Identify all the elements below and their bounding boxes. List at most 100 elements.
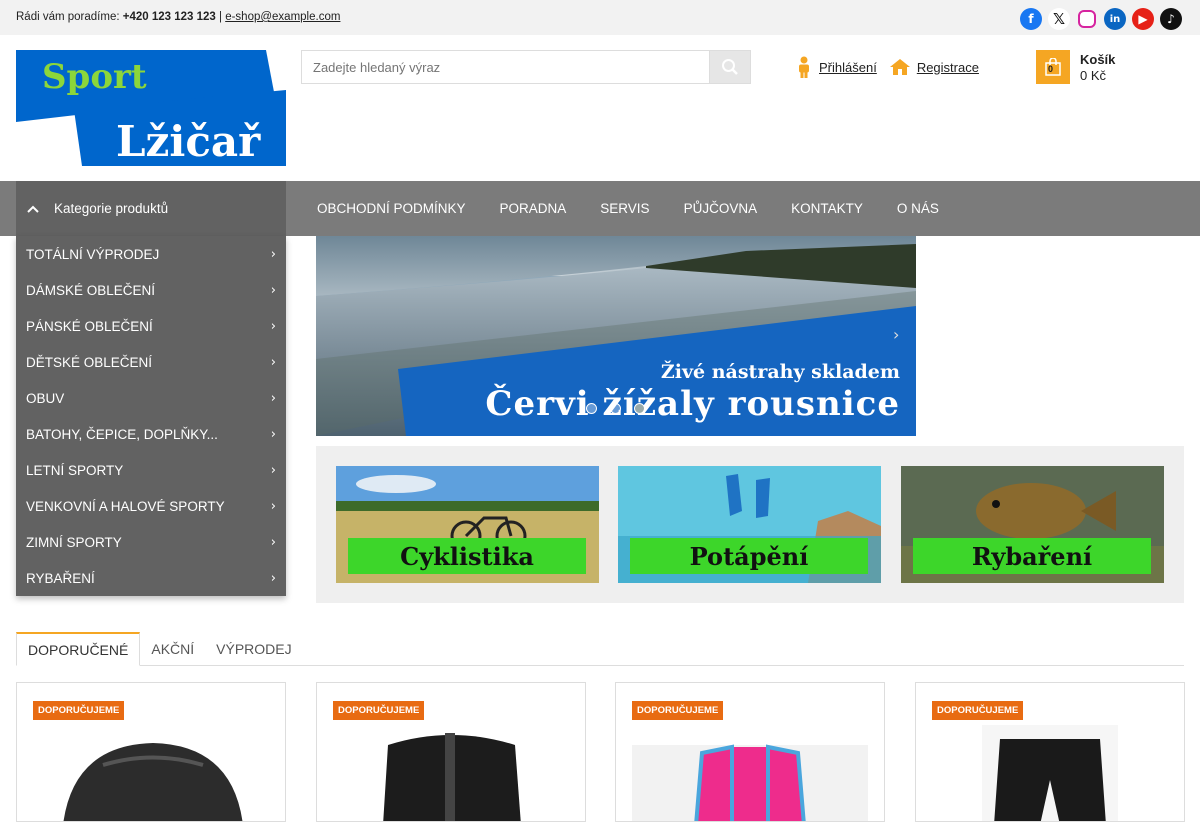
- recommended-badge: DOPORUČUJEME: [632, 701, 724, 720]
- product-card[interactable]: DOPORUČUJEME: [16, 682, 286, 822]
- product-card[interactable]: DOPORUČUJEME: [915, 682, 1185, 822]
- cart-total: 0 Kč: [1080, 68, 1107, 83]
- chevron-right-icon: ›: [270, 534, 276, 550]
- category-label: ZIMNÍ SPORTY: [26, 534, 122, 550]
- slider-dot[interactable]: [586, 403, 597, 414]
- nav-menu: OBCHODNÍ PODMÍNKY PORADNA SERVIS PŮJČOVN…: [300, 181, 956, 236]
- user-links: Přihlášení Registrace: [795, 56, 991, 78]
- contact-separator: |: [215, 11, 226, 23]
- category-label: VENKOVNÍ A HALOVÉ SPORTY: [26, 498, 225, 514]
- person-icon: [799, 56, 809, 78]
- cart-summary: Košík 0 Kč: [1080, 50, 1115, 84]
- contact-phone[interactable]: +420 123 123 123: [123, 11, 216, 23]
- nav-item-contacts[interactable]: KONTAKTY: [774, 201, 880, 216]
- category-label: RYBAŘENÍ: [26, 570, 95, 586]
- category-menu: TOTÁLNÍ VÝPRODEJ › DÁMSKÉ OBLEČENÍ › PÁNSK…: [16, 236, 286, 596]
- nav-item-service[interactable]: SERVIS: [583, 201, 666, 216]
- social-links: f 𝕏 in ▶ ♪: [1020, 8, 1182, 30]
- slider-dot[interactable]: [610, 403, 621, 414]
- tab-clearance[interactable]: VÝPRODEJ: [205, 632, 302, 666]
- categories-label: Kategorie produktů: [54, 201, 169, 216]
- recommended-badge: DOPORUČUJEME: [33, 701, 125, 720]
- login-link-wrap: Přihlášení: [795, 56, 877, 78]
- search-input[interactable]: [301, 50, 709, 84]
- search-icon: [722, 59, 738, 75]
- chevron-right-icon: ›: [270, 246, 276, 262]
- category-label: LETNÍ SPORTY: [26, 462, 124, 478]
- nav-item-rental[interactable]: PŮJČOVNA: [667, 201, 775, 216]
- banner-subline: Červi žížaly rousnice: [485, 384, 900, 424]
- tab-sale[interactable]: AKČNÍ: [140, 632, 205, 666]
- slider-dots: [586, 403, 645, 414]
- category-item[interactable]: RYBAŘENÍ ›: [16, 560, 286, 596]
- recommended-badge: DOPORUČUJEME: [932, 701, 1024, 720]
- youtube-icon[interactable]: ▶: [1132, 8, 1154, 30]
- chevron-right-icon: ›: [270, 390, 276, 406]
- home-icon: [889, 59, 910, 75]
- chevron-right-icon[interactable]: ›: [893, 325, 899, 344]
- tiktok-icon[interactable]: ♪: [1160, 8, 1182, 30]
- category-item[interactable]: ZIMNÍ SPORTY ›: [16, 524, 286, 560]
- login-link[interactable]: Přihlášení: [819, 60, 877, 75]
- product-image-shorts: [982, 725, 1118, 821]
- chevron-right-icon: ›: [270, 426, 276, 442]
- slider-dot-active[interactable]: [634, 403, 645, 414]
- logo-text-name: Lžičař: [116, 117, 261, 166]
- chevron-up-icon: [27, 205, 39, 213]
- category-item[interactable]: OBUV ›: [16, 380, 286, 416]
- contact-email-link[interactable]: e-shop@example.com: [225, 11, 340, 23]
- search-bar: [301, 50, 751, 84]
- search-button[interactable]: [709, 50, 751, 84]
- category-tiles: Cyklistika Potápění Rybaření: [316, 446, 1184, 603]
- tile-label: Cyklistika: [348, 538, 586, 574]
- top-bar: Rádi vám poradíme: +420 123 123 123 | e-…: [0, 0, 1200, 35]
- category-label: PÁNSKÉ OBLEČENÍ: [26, 318, 153, 334]
- logo-text-sport: Sport: [42, 57, 147, 97]
- chevron-right-icon: ›: [270, 498, 276, 514]
- chevron-right-icon: ›: [270, 318, 276, 334]
- tile-fishing[interactable]: Rybaření: [901, 466, 1164, 583]
- instagram-icon[interactable]: [1078, 10, 1096, 28]
- main-nav: Kategorie produktů OBCHODNÍ PODMÍNKY POR…: [0, 181, 1200, 236]
- nav-item-about[interactable]: O NÁS: [880, 201, 956, 216]
- tab-recommended[interactable]: DOPORUČENÉ: [16, 632, 141, 666]
- recommended-badge: DOPORUČUJEME: [333, 701, 425, 720]
- linkedin-icon[interactable]: in: [1104, 8, 1126, 30]
- register-link[interactable]: Registrace: [917, 60, 979, 75]
- site-logo[interactable]: Sport Lžičař: [16, 50, 286, 166]
- chevron-right-icon: ›: [270, 570, 276, 586]
- product-image-protector: [383, 733, 521, 821]
- category-item[interactable]: LETNÍ SPORTY ›: [16, 452, 286, 488]
- category-item[interactable]: VENKOVNÍ A HALOVÉ SPORTY ›: [16, 488, 286, 524]
- cart-title: Košík: [1080, 52, 1116, 67]
- x-icon[interactable]: 𝕏: [1048, 8, 1070, 30]
- contact-info: Rádi vám poradíme: +420 123 123 123 | e-…: [16, 11, 340, 23]
- tile-label: Potápění: [630, 538, 868, 574]
- category-label: DĚTSKÉ OBLEČENÍ: [26, 354, 153, 370]
- cart[interactable]: 0 Košík 0 Kč: [1036, 50, 1115, 84]
- category-label: DÁMSKÉ OBLEČENÍ: [26, 282, 156, 298]
- category-item[interactable]: PÁNSKÉ OBLEČENÍ ›: [16, 308, 286, 344]
- tile-cycling[interactable]: Cyklistika: [336, 466, 599, 583]
- chevron-right-icon: ›: [270, 354, 276, 370]
- cart-count: 0: [1048, 64, 1054, 74]
- category-label: TOTÁLNÍ VÝPRODEJ: [26, 246, 160, 262]
- tile-diving[interactable]: Potápění: [618, 466, 881, 583]
- categories-toggle[interactable]: Kategorie produktů: [16, 181, 286, 236]
- product-card[interactable]: DOPORUČUJEME: [615, 682, 885, 822]
- chevron-right-icon: ›: [270, 282, 276, 298]
- category-item[interactable]: TOTÁLNÍ VÝPRODEJ ›: [16, 236, 286, 272]
- product-card[interactable]: DOPORUČUJEME: [316, 682, 586, 822]
- product-tabs: DOPORUČENÉ AKČNÍ VÝPRODEJ: [16, 632, 1184, 666]
- nav-item-terms[interactable]: OBCHODNÍ PODMÍNKY: [300, 201, 483, 216]
- cart-button[interactable]: 0: [1036, 50, 1070, 84]
- tile-label: Rybaření: [913, 538, 1151, 574]
- facebook-icon[interactable]: f: [1020, 8, 1042, 30]
- nav-item-advice[interactable]: PORADNA: [483, 201, 584, 216]
- category-item[interactable]: DĚTSKÉ OBLEČENÍ ›: [16, 344, 286, 380]
- category-item[interactable]: BATOHY, ČEPICE, DOPLŇKY... ›: [16, 416, 286, 452]
- chevron-right-icon: ›: [270, 462, 276, 478]
- product-image-helmet: [63, 743, 243, 821]
- category-item[interactable]: DÁMSKÉ OBLEČENÍ ›: [16, 272, 286, 308]
- category-label: OBUV: [26, 390, 65, 406]
